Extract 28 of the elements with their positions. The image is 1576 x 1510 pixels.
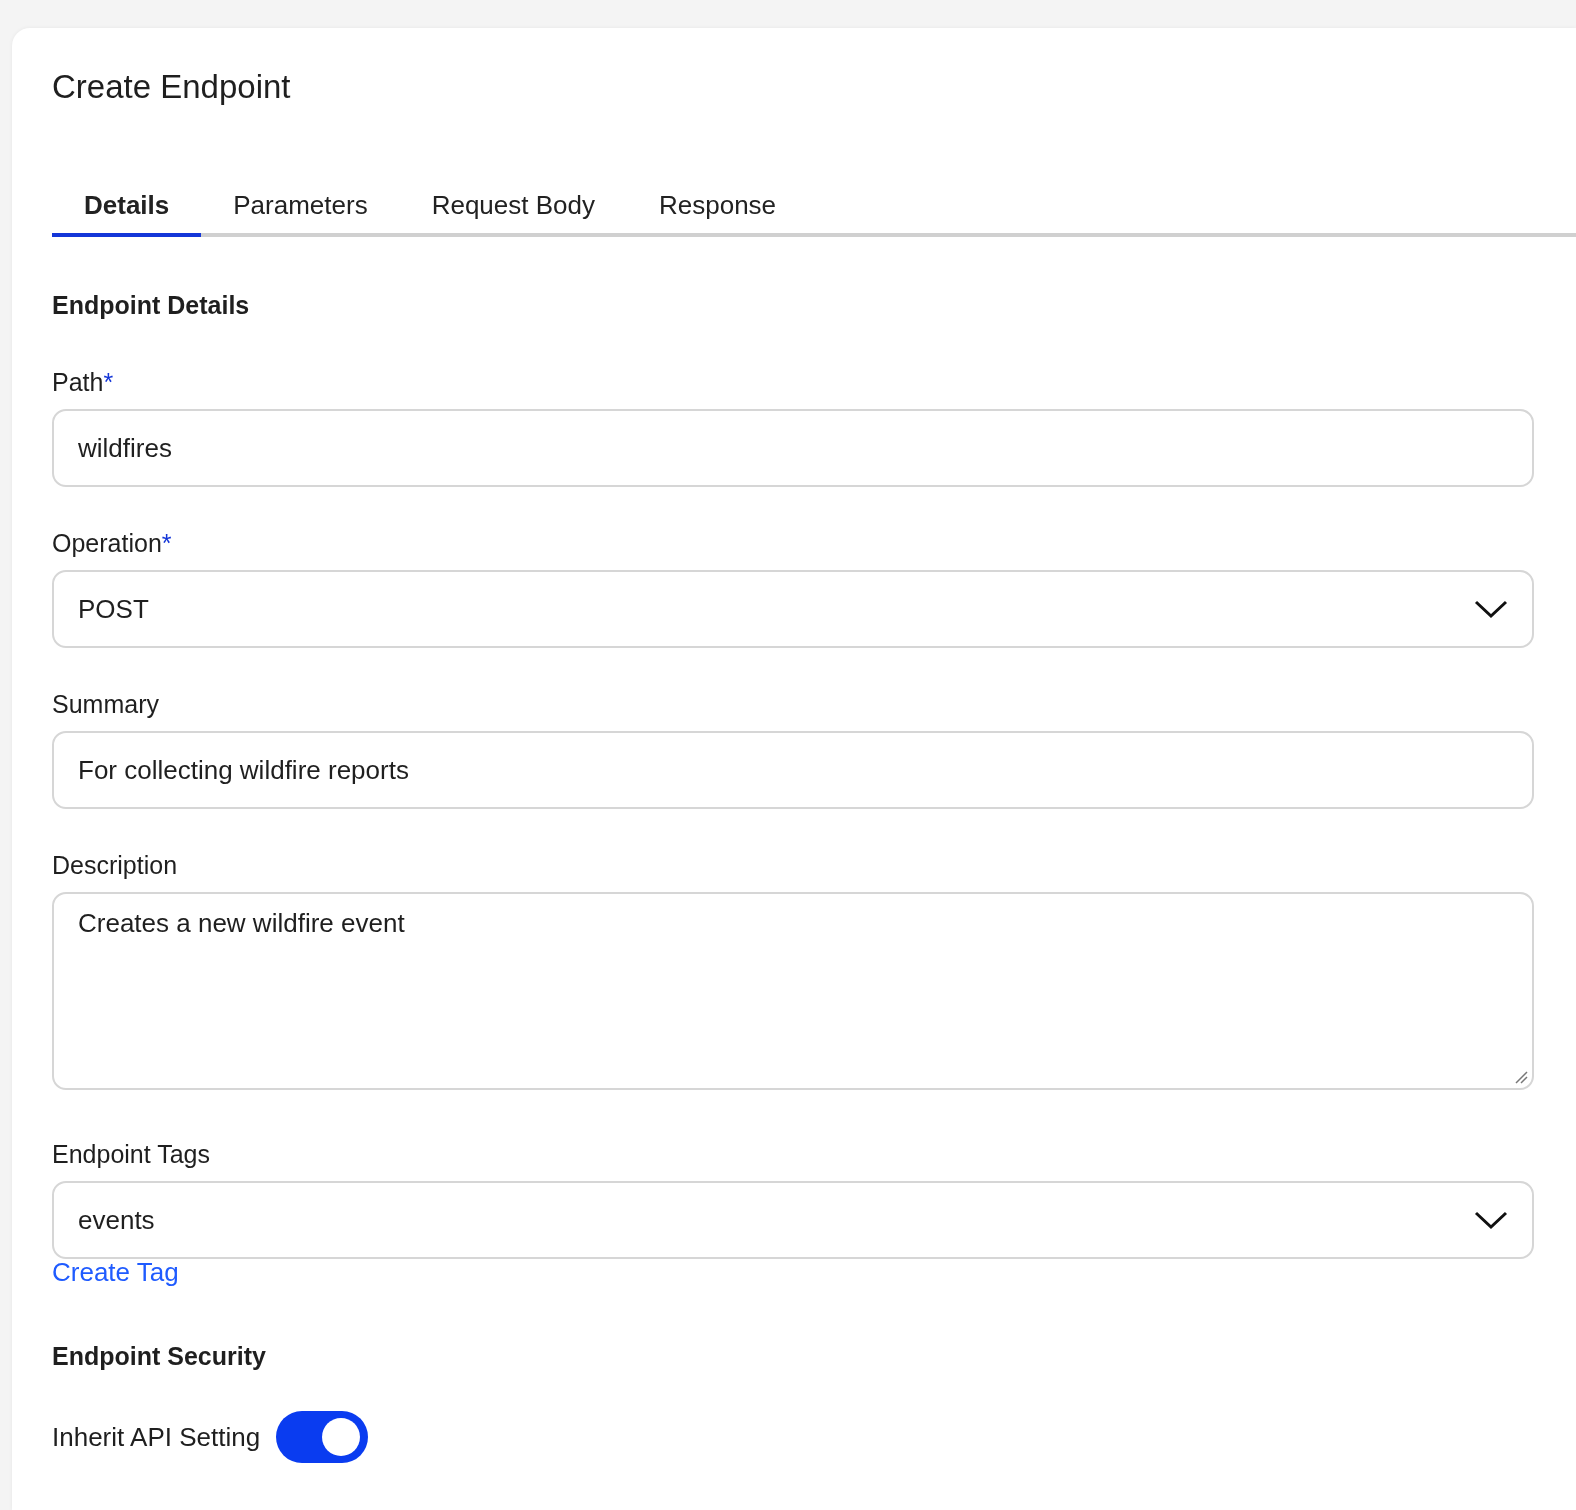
select-field[interactable]: events (52, 1181, 1534, 1259)
input-field[interactable]: wildfires (52, 409, 1534, 487)
resize-handle-icon[interactable] (1514, 1070, 1528, 1084)
tab[interactable]: Details (52, 190, 202, 237)
field-label: Path* (52, 368, 115, 397)
toggle-switch[interactable] (276, 1411, 369, 1463)
field-value: For collecting wildfire reports (78, 754, 409, 786)
field-value: wildfires (78, 432, 172, 464)
tab[interactable]: Parameters (201, 190, 400, 237)
input-field[interactable]: For collecting wildfire reports (52, 731, 1534, 809)
section-heading: Endpoint Details (52, 291, 251, 320)
toggle-label: Inherit API Setting (52, 1421, 261, 1453)
chevron-down-icon (1474, 1210, 1508, 1230)
section-heading: Endpoint Security (52, 1342, 267, 1371)
chevron-down-icon (1474, 599, 1508, 619)
select-field[interactable]: POST (52, 570, 1534, 648)
field-label: Summary (52, 690, 160, 719)
field-value: POST (78, 593, 149, 625)
field-value: events (78, 1204, 155, 1236)
tab[interactable]: Request Body (399, 190, 627, 237)
page-title: Create Endpoint (52, 68, 292, 106)
create-tag-link[interactable]: Create Tag (52, 1257, 179, 1288)
field-label: Endpoint Tags (52, 1140, 211, 1169)
field-label: Description (52, 851, 179, 880)
field-label: Operation* (52, 529, 173, 558)
tab[interactable]: Response (627, 190, 809, 237)
textarea-field[interactable]: Creates a new wildfire event (52, 892, 1534, 1090)
field-value: Creates a new wildfire event (78, 908, 405, 939)
